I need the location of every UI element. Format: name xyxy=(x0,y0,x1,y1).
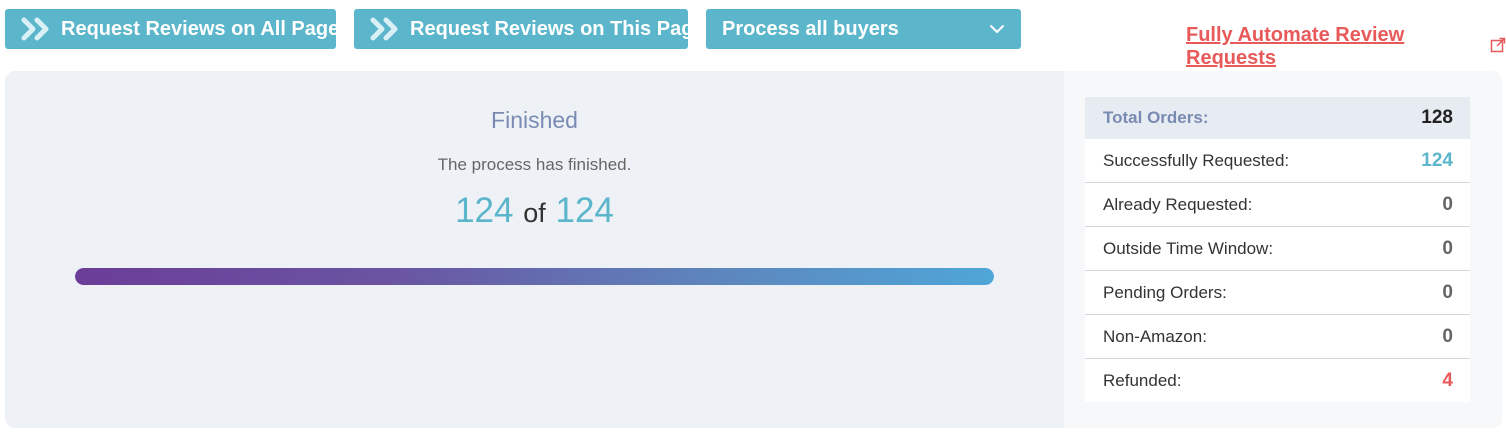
stat-value: 0 xyxy=(1442,193,1453,215)
stat-label: Outside Time Window: xyxy=(1103,238,1274,258)
request-reviews-this-page-button[interactable]: Request Reviews on This Page xyxy=(354,9,705,49)
stat-value: 0 xyxy=(1442,281,1453,303)
fully-automate-link[interactable]: Fully Automate Review Requests xyxy=(1186,24,1506,70)
stat-row: Refunded: 4 xyxy=(1085,359,1470,402)
request-reviews-all-pages-label: Request Reviews on All Pages xyxy=(61,17,351,40)
buyer-filter-value: Process all buyers xyxy=(722,17,899,40)
stat-row: Outside Time Window: 0 xyxy=(1085,227,1470,271)
stat-value: 128 xyxy=(1421,107,1453,128)
status-message: The process has finished. xyxy=(437,155,632,174)
double-chevron-right-icon xyxy=(21,17,53,41)
double-chevron-right-icon xyxy=(370,17,402,41)
stat-value: 0 xyxy=(1442,237,1453,259)
progress-done: 124 xyxy=(455,191,514,230)
stat-row: Non-Amazon: 0 xyxy=(1085,315,1470,359)
stat-row: Already Requested: 0 xyxy=(1085,183,1470,227)
stat-row: Successfully Requested: 124 xyxy=(1085,139,1470,183)
chevron-down-icon xyxy=(989,24,1005,34)
progress-total: 124 xyxy=(555,191,614,230)
stat-row: Total Orders: 128 xyxy=(1085,97,1470,139)
fully-automate-label: Fully Automate Review Requests xyxy=(1186,24,1405,69)
stats-table: Total Orders: 128 Successfully Requested: 1… xyxy=(1085,97,1470,402)
stat-label: Total Orders: xyxy=(1103,108,1209,127)
progress-bar xyxy=(75,268,994,285)
stat-value: 4 xyxy=(1442,369,1453,391)
progress-bar-fill xyxy=(75,268,994,285)
status-title: Finished xyxy=(491,107,578,133)
stat-row: Pending Orders: 0 xyxy=(1085,271,1470,315)
request-reviews-all-pages-button[interactable]: Request Reviews on All Pages xyxy=(5,9,350,49)
progress-counter: 124 of 124 xyxy=(5,191,1064,231)
request-reviews-this-page-label: Request Reviews on This Page xyxy=(410,17,705,40)
buyer-filter-select[interactable]: Process all buyers xyxy=(706,9,1021,49)
external-link-icon xyxy=(1490,36,1506,59)
stat-value: 124 xyxy=(1421,149,1453,171)
progress-of-word: of xyxy=(523,198,546,228)
stat-label: Already Requested: xyxy=(1103,194,1253,214)
stat-label: Successfully Requested: xyxy=(1103,150,1290,170)
stat-label: Non-Amazon: xyxy=(1103,326,1207,346)
stat-value: 0 xyxy=(1442,325,1453,347)
stat-label: Refunded: xyxy=(1103,370,1182,390)
stat-label: Pending Orders: xyxy=(1103,282,1227,302)
